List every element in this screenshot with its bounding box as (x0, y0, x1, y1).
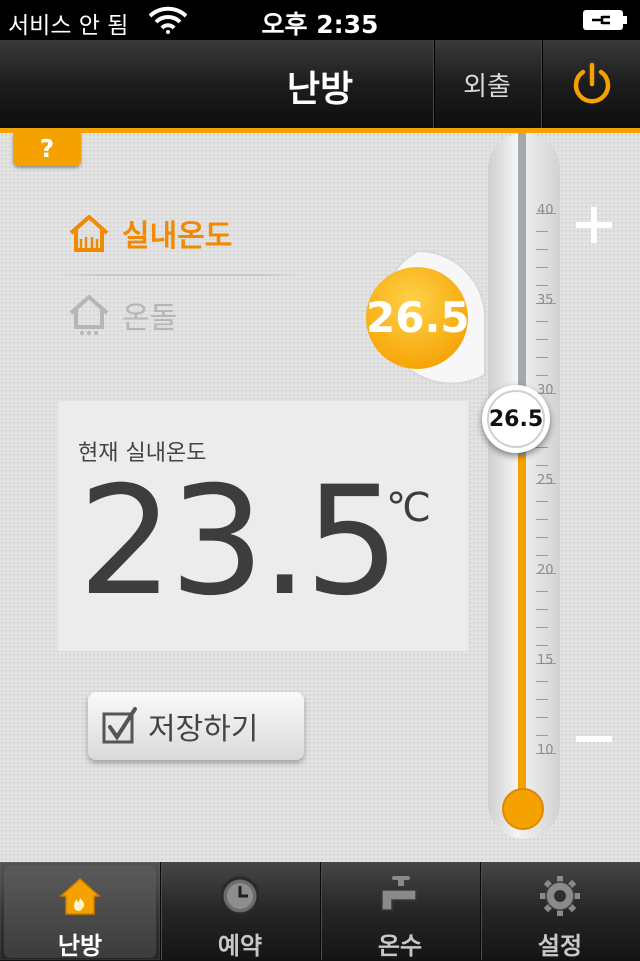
mode-divider (58, 274, 303, 276)
increase-temp-button[interactable] (576, 207, 612, 243)
tab-hot-water[interactable]: 온수 (320, 862, 480, 960)
tab-settings[interactable]: 설정 (480, 862, 640, 960)
scale-tick (536, 357, 548, 358)
status-time: 오후 2:35 (261, 10, 379, 39)
scale-tick (536, 447, 548, 448)
current-temp-card: 현재 실내온도 23.5 ℃ (58, 401, 468, 651)
scale-tick (536, 501, 548, 502)
tab-schedule[interactable]: 예약 (160, 862, 320, 960)
status-bar: 서비스 안 됨 오후 2:35 (0, 0, 640, 40)
thermometer-knob[interactable]: 26.5 (482, 385, 550, 453)
battery-charging-icon (583, 10, 627, 30)
thermometer-bulb (502, 788, 544, 830)
mode-floor-heating[interactable]: 온돌 (68, 293, 177, 337)
scale-label: 35 (537, 293, 554, 308)
knob-value: 26.5 (487, 390, 545, 448)
mode-indoor-label: 실내온도 (122, 219, 233, 254)
scale-tick (536, 735, 548, 736)
decrease-temp-button[interactable] (576, 735, 612, 743)
setpoint-value: 26.5 (366, 293, 470, 342)
faucet-icon (381, 876, 417, 911)
scale-tick (536, 699, 548, 700)
scale-tick (536, 645, 548, 646)
scale-tick (536, 231, 548, 232)
scale-label: 20 (537, 563, 554, 578)
scale-tick (536, 375, 548, 376)
save-button-label: 저장하기 (148, 712, 259, 747)
tab-bar: 난방 예약 온수 설정 (0, 862, 640, 960)
power-icon[interactable] (568, 60, 616, 108)
setpoint-bubble: 26.5 (345, 245, 491, 391)
mode-floor-label: 온돌 (122, 301, 178, 336)
scale-tick (536, 591, 548, 592)
scale-tick (536, 681, 548, 682)
tab-hot-water-label: 온수 (377, 932, 423, 960)
scale-tick (536, 537, 548, 538)
tab-heating[interactable]: 난방 (0, 862, 160, 960)
help-button[interactable]: ? (13, 133, 81, 166)
scale-tick (536, 609, 548, 610)
scale-label: 15 (537, 653, 554, 668)
nav-bar: 난방 외출 (0, 40, 640, 128)
scale-tick (536, 267, 548, 268)
tab-settings-label: 설정 (537, 932, 583, 960)
scale-label: 10 (537, 743, 554, 758)
scale-tick (536, 249, 548, 250)
main-content: ? 실내온도 온돌 현재 실내온도 23.5 ℃ 저장하기 40 35 30 2… (0, 133, 640, 862)
scale-tick (536, 321, 548, 322)
away-mode-button[interactable]: 외출 (434, 66, 540, 103)
clock-icon (220, 876, 260, 916)
mode-indoor-temp[interactable]: 실내온도 (68, 211, 232, 255)
house-flame-icon (59, 877, 101, 915)
scale-tick (536, 465, 548, 466)
tab-schedule-label: 예약 (217, 932, 263, 960)
checkbox-icon (102, 707, 137, 744)
scale-label: 25 (537, 473, 554, 488)
scale-tick (536, 285, 548, 286)
nav-separator (541, 40, 542, 128)
page-title: 난방 (286, 69, 354, 110)
current-temp-unit: ℃ (386, 485, 431, 531)
scale-tick (536, 627, 548, 628)
current-temp-value: 23.5 (78, 455, 400, 629)
scale-tick (536, 519, 548, 520)
scale-tick (536, 339, 548, 340)
save-button[interactable]: 저장하기 (88, 692, 304, 760)
scale-tick (536, 717, 548, 718)
tab-heating-label: 난방 (57, 932, 103, 960)
scale-tick (536, 555, 548, 556)
house-icon (69, 215, 109, 252)
thermometer-fill (518, 456, 526, 805)
scale-label: 40 (537, 203, 554, 218)
floor-heating-icon (69, 295, 109, 335)
gear-icon (540, 876, 580, 916)
